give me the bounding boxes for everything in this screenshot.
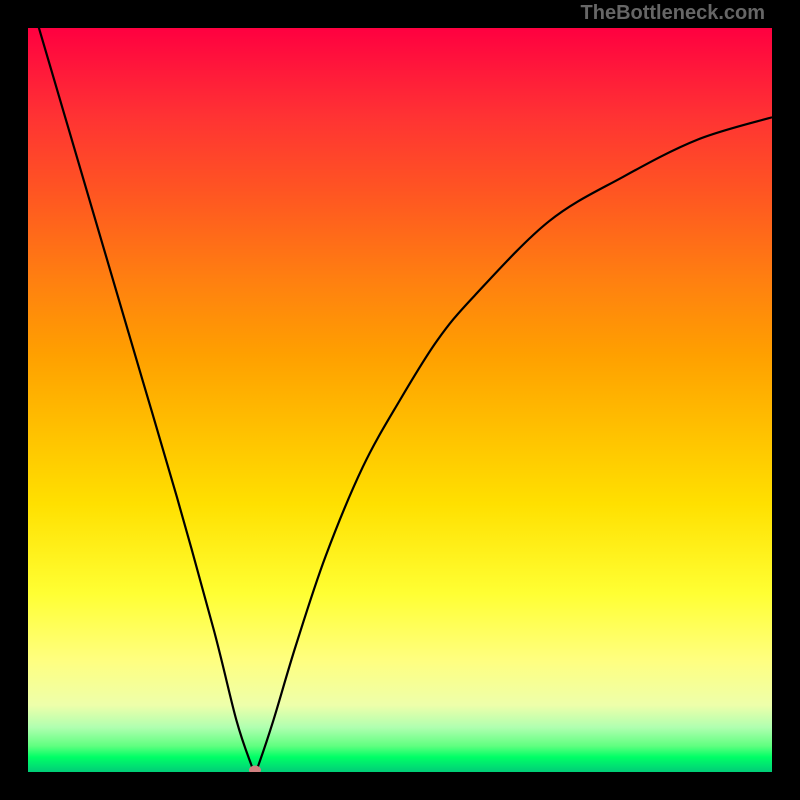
curve-layer — [28, 28, 772, 772]
plot-area — [28, 28, 772, 772]
optimal-point-marker — [249, 765, 261, 772]
bottleneck-curve — [28, 28, 772, 772]
watermark-text: TheBottleneck.com — [581, 2, 765, 25]
